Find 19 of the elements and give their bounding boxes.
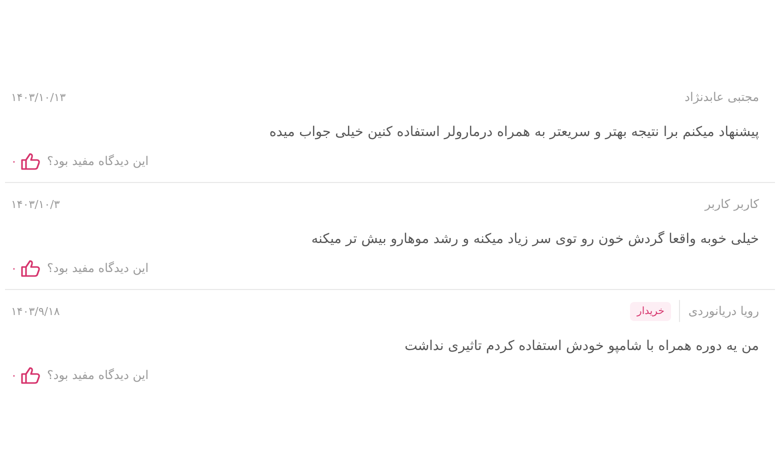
review-text: خیلی خوبه واقعا گردش خون رو توی سر زیاد میکنه و رشد موهارو بیش تر میکنه [310,231,759,247]
review-date: ۱۴۰۳/۱۰/۳ [11,198,60,210]
thumbs-up-icon [21,152,41,170]
review-text: پیشنهاد میکنم برا نتیجه بهتر و سریعتر به همراه درمارولر استفاده کنین خیلی جواب میده [268,124,759,140]
like-button[interactable]: ۰ [11,152,41,170]
helpful-question: این دیدگاه مفید بود؟ [47,154,149,168]
thumbs-up-icon [21,366,41,384]
reviewer-name: رویا دریانوردی [688,304,759,318]
thumbs-up-icon [21,259,41,277]
helpful-question: این دیدگاه مفید بود؟ [47,261,149,275]
reviewer-name: مجتبی عابدنژاد [684,90,759,104]
review-date: ۱۴۰۳/۱۰/۱۳ [11,90,66,104]
reviewer-name: کاربر کاربر [704,197,759,211]
like-button[interactable]: ۰ [11,366,41,384]
review-date: ۱۴۰۳/۹/۱۸ [11,304,60,318]
helpful-question: این دیدگاه مفید بود؟ [47,368,149,382]
buyer-badge: خریدار [630,302,672,320]
review-text: من یه دوره همراه با شامپو خودش استفاده کردم تاثیری نداشت [404,338,759,354]
like-button[interactable]: ۰ [11,259,41,277]
